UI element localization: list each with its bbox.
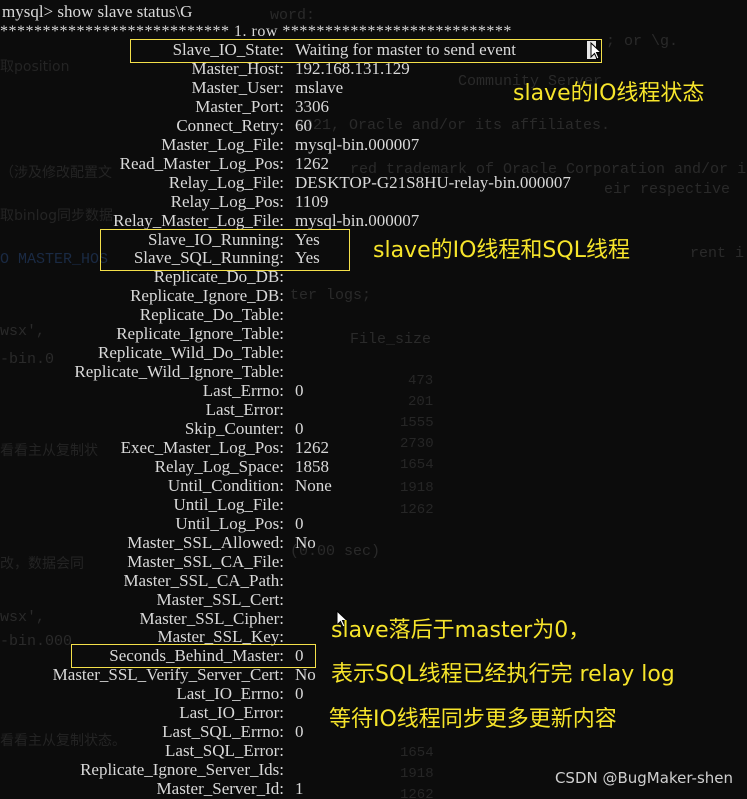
status-key: Master_SSL_Cert:	[156, 589, 285, 609]
status-key: Master_SSL_Allowed:	[127, 532, 284, 552]
status-value: mysql-bin.000007	[295, 134, 420, 154]
status-key: Replicate_Ignore_Table:	[116, 324, 284, 344]
status-row: Replicate_Wild_Do_Table:	[0, 343, 747, 362]
status-row: Exec_Master_Log_Pos: 1262	[0, 438, 747, 457]
status-value: No	[295, 665, 316, 685]
io-state-highlight-box	[130, 39, 602, 63]
status-key: Relay_Log_Space:	[154, 456, 284, 476]
status-key: Connect_Retry:	[176, 115, 284, 135]
status-value: 3306	[295, 96, 329, 116]
status-value: None	[295, 475, 332, 495]
status-key: Replicate_Do_Table:	[139, 305, 284, 325]
annotation-behind-line1: slave落后于master为0，	[331, 618, 591, 643]
status-row: Last_Error:	[0, 400, 747, 419]
status-row: Until_Condition: None	[0, 476, 747, 495]
seconds-behind-highlight-box	[71, 644, 316, 668]
status-value: 1262	[295, 437, 329, 457]
running-highlight-box	[100, 229, 350, 271]
status-key: Last_Error:	[205, 400, 284, 420]
status-key: Master_Port:	[195, 96, 284, 116]
status-key: Until_Log_Pos:	[175, 513, 284, 533]
status-row: Until_Log_File:	[0, 495, 747, 514]
status-value: 0	[295, 684, 304, 704]
status-key: Master_SSL_CA_File:	[127, 551, 284, 571]
status-row: Replicate_Ignore_Table:	[0, 324, 747, 343]
annotation-running-threads: slave的IO线程和SQL线程	[373, 238, 630, 263]
status-row: Master_SSL_CA_Path:	[0, 571, 747, 590]
status-key: Relay_Master_Log_File:	[113, 210, 284, 230]
status-key: Read_Master_Log_Pos:	[119, 153, 284, 173]
status-value: No	[295, 532, 316, 552]
status-value: DESKTOP-G21S8HU-relay-bin.000007	[295, 172, 571, 192]
status-row: Master_Log_File: mysql-bin.000007	[0, 135, 747, 154]
status-row: Master_SSL_Allowed: No	[0, 533, 747, 552]
status-value: 0	[295, 513, 304, 533]
status-row: Replicate_Ignore_DB:	[0, 286, 747, 305]
status-key: Replicate_Ignore_Server_Ids:	[80, 760, 284, 780]
status-key: Master_SSL_CA_Path:	[123, 570, 284, 590]
status-key: Replicate_Wild_Ignore_Table:	[74, 362, 284, 382]
status-row: Last_Errno: 0	[0, 381, 747, 400]
status-value: mysql-bin.000007	[295, 210, 420, 230]
status-row: Connect_Retry: 60	[0, 116, 747, 135]
status-row: Last_SQL_Error:	[0, 741, 747, 760]
status-key: Master_User:	[191, 77, 284, 97]
status-value: 1858	[295, 456, 329, 476]
status-key: Until_Log_File:	[173, 494, 285, 514]
status-value: 1	[295, 779, 304, 799]
status-key: Master_SSL_Cipher:	[139, 608, 285, 628]
status-value: 0	[295, 722, 304, 742]
status-key: Last_IO_Errno:	[176, 684, 284, 704]
status-row: Skip_Counter: 0	[0, 419, 747, 438]
status-key: Master_Server_Id:	[156, 779, 284, 799]
status-row: Relay_Log_Pos: 1109	[0, 192, 747, 211]
command-prompt: mysql> show slave status\G	[2, 2, 193, 21]
annotation-io-state: slave的IO线程状态	[513, 81, 705, 106]
status-key: Last_IO_Error:	[179, 703, 284, 723]
terminal-window[interactable]: word: ; or \g. Community Server 2021, Or…	[0, 0, 747, 799]
status-value: 60	[295, 115, 312, 135]
status-value: 1109	[295, 191, 329, 211]
status-row: Master_SSL_CA_File:	[0, 552, 747, 571]
status-key: Relay_Log_Pos:	[170, 191, 284, 211]
status-row: Relay_Master_Log_File: mysql-bin.000007	[0, 211, 747, 230]
annotation-behind-line2: 表示SQL线程已经执行完 relay log	[331, 662, 675, 687]
status-key: Exec_Master_Log_Pos:	[120, 437, 284, 457]
status-key: Master_Log_File:	[161, 134, 284, 154]
status-key: Last_Errno:	[202, 381, 284, 401]
watermark: CSDN @BugMaker-shen	[554, 769, 733, 787]
status-row: Relay_Log_Space: 1858	[0, 457, 747, 476]
status-key: Last_SQL_Errno:	[162, 722, 284, 742]
status-key: Until_Condition:	[167, 475, 284, 495]
status-value: mslave	[295, 77, 344, 97]
status-row: Replicate_Wild_Ignore_Table:	[0, 362, 747, 381]
status-key: Master_SSL_Verify_Server_Cert:	[52, 665, 284, 685]
status-row: Until_Log_Pos: 0	[0, 514, 747, 533]
status-value: 0	[295, 419, 304, 438]
status-key: Replicate_Ignore_DB:	[130, 286, 284, 306]
status-row: Replicate_Do_Table:	[0, 305, 747, 324]
status-key: Skip_Counter:	[184, 419, 284, 438]
status-key: Replicate_Wild_Do_Table:	[97, 343, 284, 363]
status-row: Master_SSL_Cert:	[0, 590, 747, 609]
status-value: 1262	[295, 153, 329, 173]
status-key: Last_SQL_Error:	[165, 741, 284, 761]
status-row: Read_Master_Log_Pos: 1262	[0, 154, 747, 173]
status-value: 0	[295, 381, 304, 401]
annotation-behind-line3: 等待IO线程同步更多更新内容	[329, 707, 617, 732]
status-key: Relay_Log_File:	[168, 172, 284, 192]
status-row: Relay_Log_File: DESKTOP-G21S8HU-relay-bin…	[0, 173, 747, 192]
